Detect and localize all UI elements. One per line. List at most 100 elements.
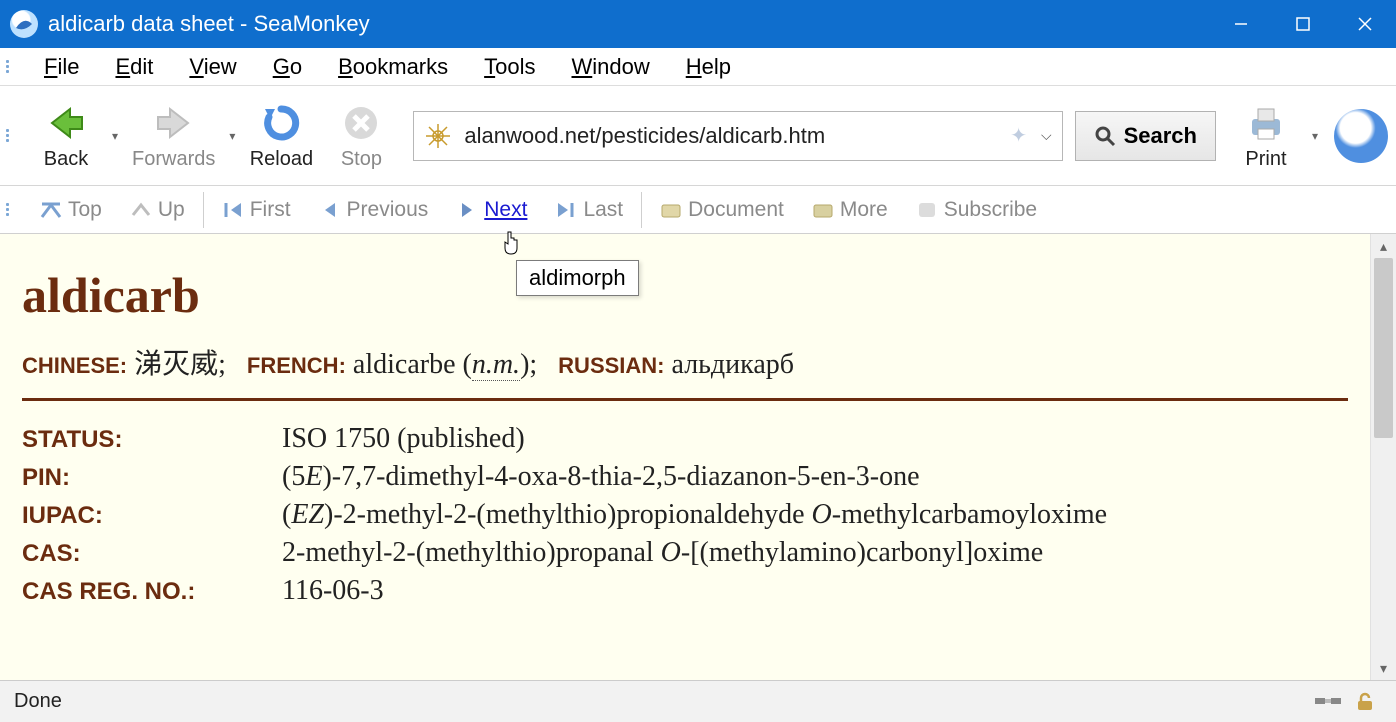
back-label: Back <box>44 148 88 171</box>
cas-val: 2-methyl-2-(methylthio)propanal O-[(meth… <box>282 537 1043 569</box>
up-icon <box>130 199 152 221</box>
divider <box>22 398 1348 401</box>
page-title: aldicarb <box>22 266 1348 324</box>
scroll-down-icon[interactable]: ▾ <box>1371 656 1396 680</box>
chinese-label: CHINESE: <box>22 353 127 378</box>
first-icon <box>222 199 244 221</box>
menu-window[interactable]: Window <box>553 52 667 82</box>
menu-edit[interactable]: Edit <box>97 52 171 82</box>
row-pin: PIN: (5E)-7,7-dimethyl-4-oxa-8-thia-2,5-… <box>22 461 1348 493</box>
app-icon <box>10 10 38 38</box>
last-icon <box>555 199 577 221</box>
menu-bookmarks[interactable]: Bookmarks <box>320 52 466 82</box>
document-icon <box>660 199 682 221</box>
url-bar[interactable]: alanwood.net/pesticides/aldicarb.htm ✦ ⌵ <box>413 111 1062 161</box>
status-val: ISO 1750 (published) <box>282 423 525 455</box>
forward-arrow-icon <box>151 100 197 146</box>
site-navbar: Top Up First Previous Next Last Document <box>0 186 1396 234</box>
search-label: Search <box>1124 123 1197 149</box>
scroll-up-icon[interactable]: ▴ <box>1371 234 1396 258</box>
cas-key: CAS: <box>22 540 282 568</box>
status-key: STATUS: <box>22 426 282 454</box>
nav-last: Last <box>541 194 637 226</box>
vertical-scrollbar[interactable]: ▴ ▾ <box>1370 234 1396 680</box>
maximize-button[interactable] <box>1272 0 1334 48</box>
row-cas: CAS: 2-methyl-2-(methylthio)propanal O-[… <box>22 537 1348 569</box>
print-dropdown[interactable]: ▾ <box>1306 129 1324 143</box>
row-iupac: IUPAC: (EZ)-2-methyl-2-(methylthio)propi… <box>22 499 1348 531</box>
toolbar-grip[interactable] <box>6 60 16 73</box>
nav-first-label: First <box>250 198 291 222</box>
url-text[interactable]: alanwood.net/pesticides/aldicarb.htm <box>464 123 1010 149</box>
menubar: File Edit View Go Bookmarks Tools Window… <box>0 48 1396 86</box>
stop-button: Stop <box>321 96 401 175</box>
print-button[interactable]: Print <box>1226 96 1306 175</box>
tooltip: aldimorph <box>516 260 639 296</box>
iupac-val: (EZ)-2-methyl-2-(methylthio)propionaldeh… <box>282 499 1107 531</box>
throbber-icon[interactable] <box>1334 109 1388 163</box>
nav-up: Up <box>116 194 199 226</box>
french-label: FRENCH: <box>247 353 346 378</box>
nav-next[interactable]: Next <box>442 194 541 226</box>
minimize-button[interactable] <box>1210 0 1272 48</box>
nav-next-label: Next <box>484 198 527 222</box>
russian-value: альдикарб <box>672 349 795 380</box>
row-casreg: CAS REG. NO.: 116-06-3 <box>22 575 1348 607</box>
bookmark-star-icon[interactable]: ✦ <box>1010 123 1027 148</box>
pin-val: (5E)-7,7-dimethyl-4-oxa-8-thia-2,5-diaza… <box>282 461 920 493</box>
back-dropdown[interactable]: ▾ <box>106 129 124 143</box>
toolbar-grip[interactable] <box>6 203 16 216</box>
url-dropdown-icon[interactable]: ⌵ <box>1041 127 1052 144</box>
scroll-thumb[interactable] <box>1374 258 1393 438</box>
nav-previous-label: Previous <box>347 198 429 222</box>
nav-document-label: Document <box>688 198 784 222</box>
close-button[interactable] <box>1334 0 1396 48</box>
stop-label: Stop <box>341 148 382 171</box>
print-label: Print <box>1245 148 1286 171</box>
nav-previous: Previous <box>305 194 443 226</box>
menu-file[interactable]: File <box>26 52 97 82</box>
nav-document: Document <box>646 194 798 226</box>
forwards-dropdown[interactable]: ▾ <box>223 129 241 143</box>
chinese-value: 涕灭威; <box>134 349 226 380</box>
online-status-icon[interactable] <box>1314 692 1342 712</box>
translations: CHINESE: 涕灭威; FRENCH: aldicarbe (n.m.); … <box>22 342 1348 382</box>
nav-first: First <box>208 194 305 226</box>
nav-top: Top <box>26 194 116 226</box>
menu-go[interactable]: Go <box>255 52 320 82</box>
search-button[interactable]: Search <box>1075 111 1216 161</box>
printer-icon <box>1243 100 1289 146</box>
scroll-track[interactable] <box>1371 258 1396 656</box>
rss-icon <box>916 199 938 221</box>
nav-more-label: More <box>840 198 888 222</box>
window-title: aldicarb data sheet - SeaMonkey <box>48 11 370 37</box>
nav-last-label: Last <box>583 198 623 222</box>
back-button[interactable]: Back <box>26 96 106 175</box>
casreg-key: CAS REG. NO.: <box>22 578 282 606</box>
toolbar-grip[interactable] <box>6 129 16 142</box>
reload-icon <box>258 100 304 146</box>
french-abbr: n.m. <box>472 349 520 381</box>
nav-top-label: Top <box>68 198 102 222</box>
french-value-pre: aldicarbe ( <box>353 349 472 380</box>
previous-icon <box>319 199 341 221</box>
row-status: STATUS: ISO 1750 (published) <box>22 423 1348 455</box>
stop-icon <box>338 100 384 146</box>
forwards-button[interactable]: Forwards <box>124 96 223 175</box>
nav-more: More <box>798 194 902 226</box>
main-toolbar: Back ▾ Forwards ▾ Reload Stop alanwood.n… <box>0 86 1396 186</box>
titlebar: aldicarb data sheet - SeaMonkey <box>0 0 1396 48</box>
forwards-label: Forwards <box>132 148 215 171</box>
reload-button[interactable]: Reload <box>241 96 321 175</box>
nav-subscribe-label: Subscribe <box>944 198 1037 222</box>
next-icon <box>456 199 478 221</box>
iupac-key: IUPAC: <box>22 502 282 530</box>
site-favicon <box>424 122 452 150</box>
menu-help[interactable]: Help <box>668 52 749 82</box>
casreg-val: 116-06-3 <box>282 575 384 607</box>
nav-subscribe: Subscribe <box>902 194 1051 226</box>
russian-label: RUSSIAN: <box>558 353 664 378</box>
menu-view[interactable]: View <box>171 52 254 82</box>
menu-tools[interactable]: Tools <box>466 52 553 82</box>
lock-icon[interactable] <box>1354 692 1382 712</box>
